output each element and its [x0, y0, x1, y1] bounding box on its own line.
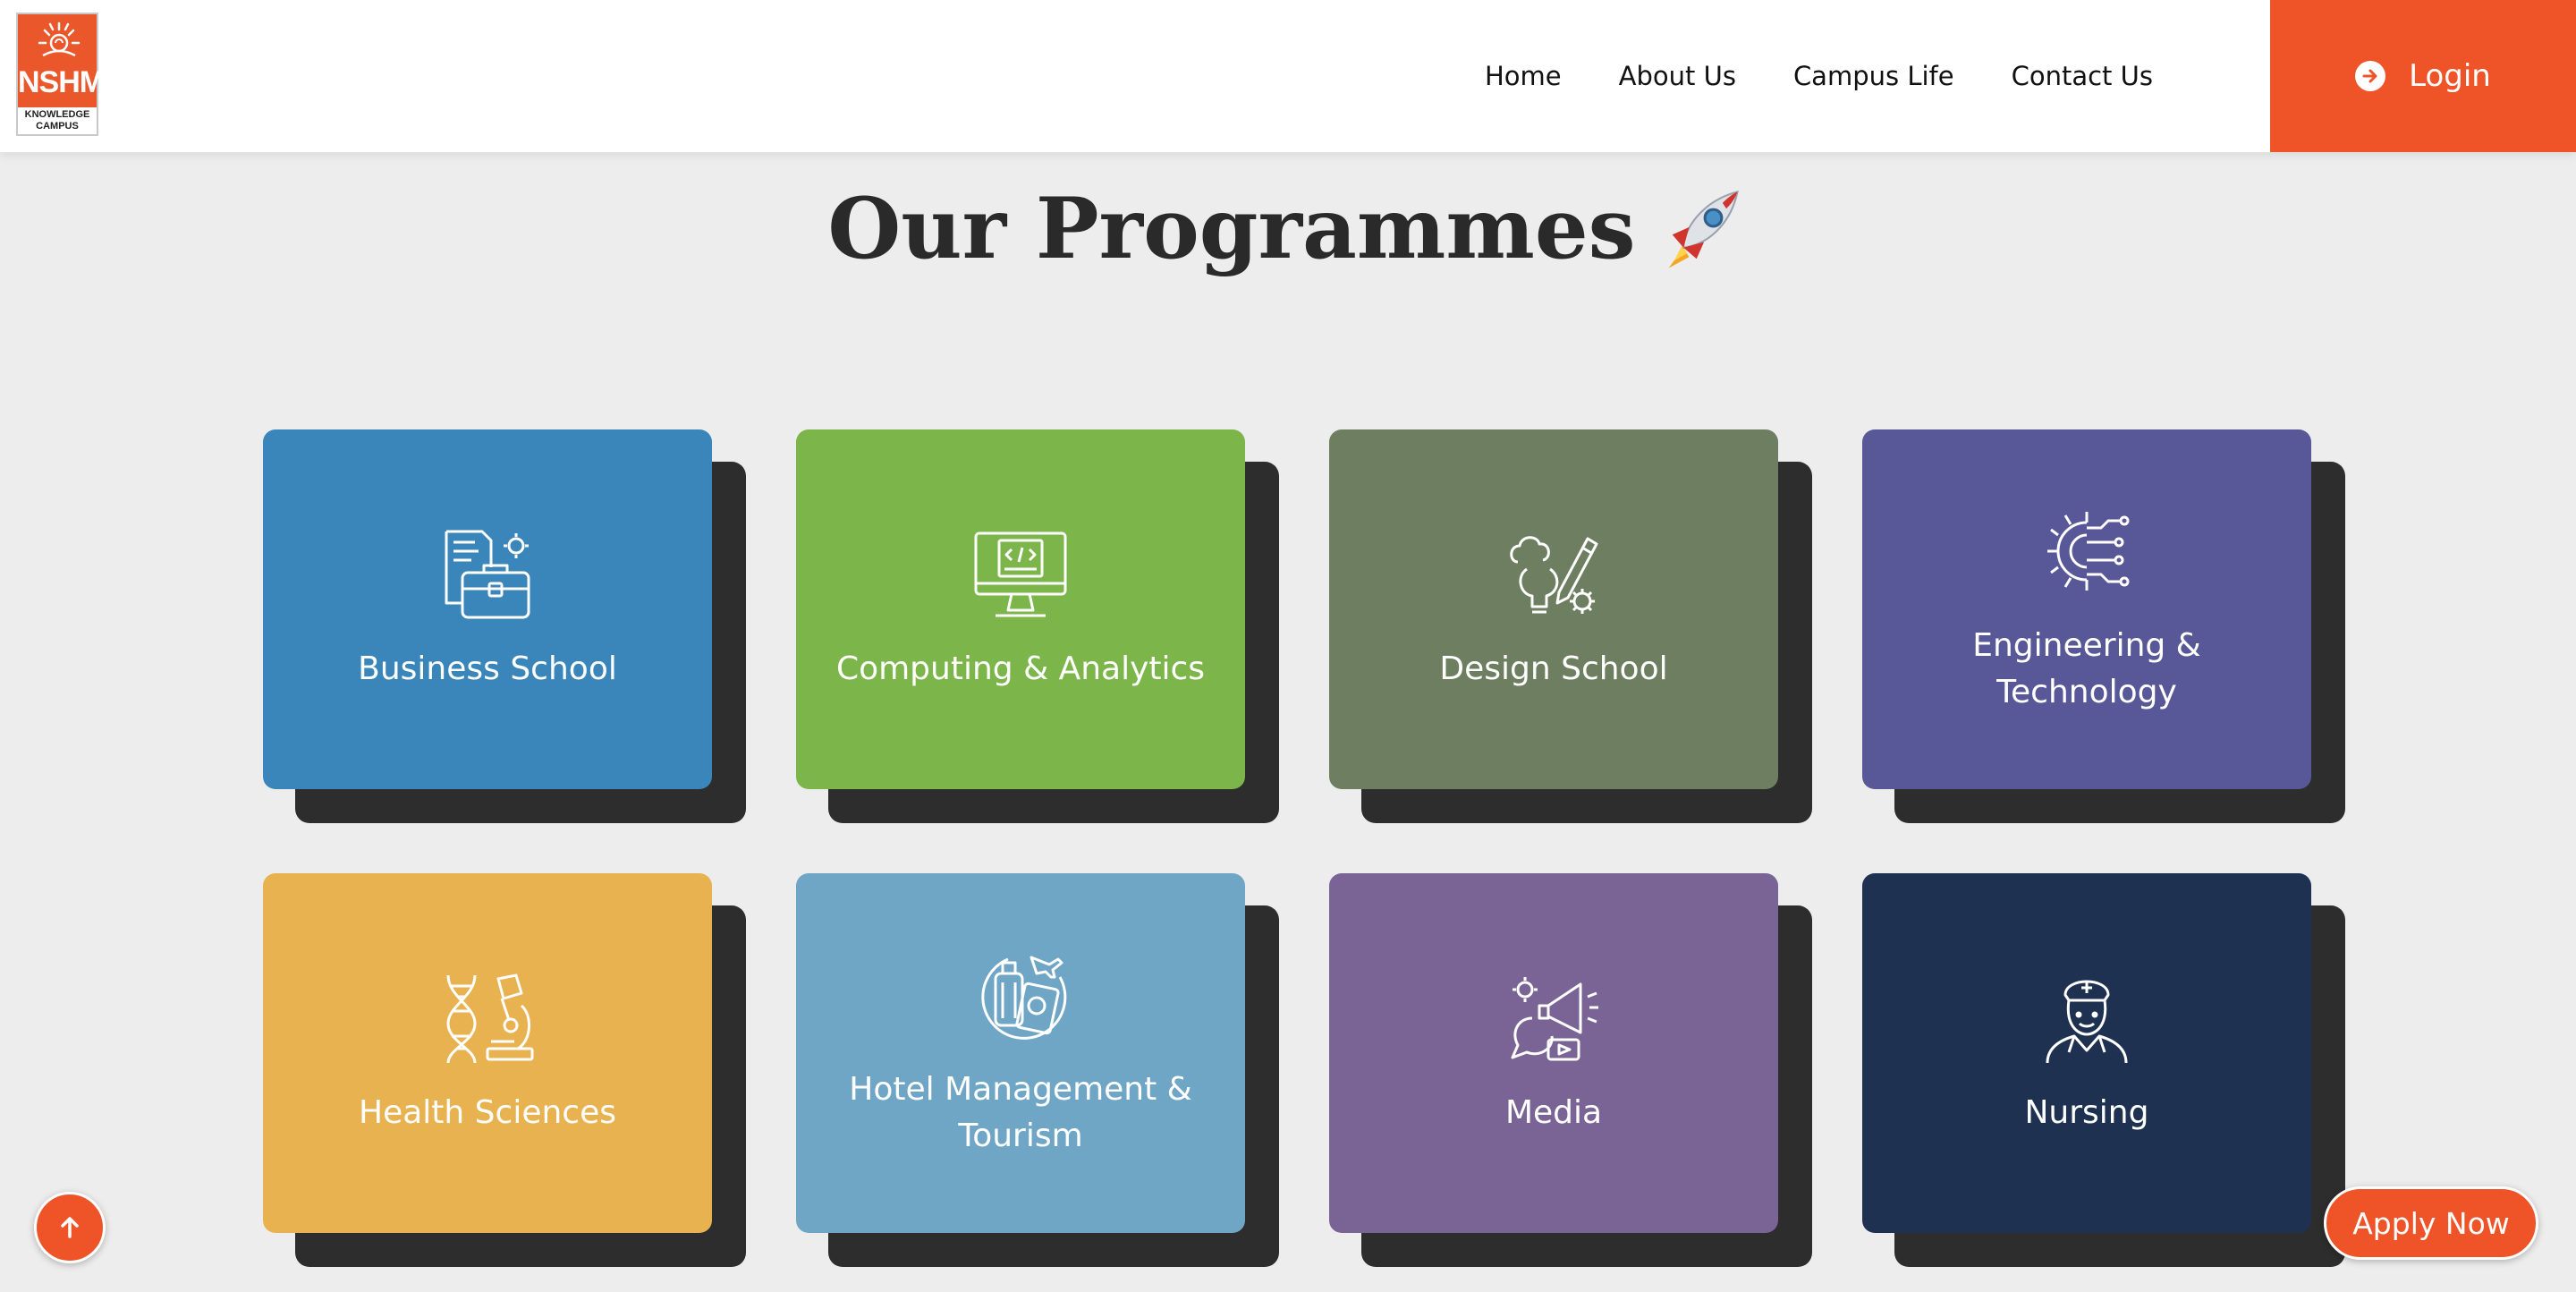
luggage-passport-icon	[981, 956, 1067, 1040]
card-label: Nursing	[2024, 1094, 2149, 1131]
programme-card[interactable]: Media	[1329, 873, 1778, 1233]
section-title-text: Our Programmes	[827, 180, 1636, 278]
programme-card-media[interactable]: Media	[1329, 873, 1812, 1267]
section-title: Our Programmes	[0, 175, 2576, 283]
programme-card[interactable]: Design School	[1329, 429, 1778, 789]
rocket-icon	[1668, 190, 1739, 268]
programme-card[interactable]: Engineering & Technology	[1862, 429, 2311, 789]
nav-campus-life[interactable]: Campus Life	[1793, 61, 1954, 91]
nav-about-us[interactable]: About Us	[1619, 61, 1736, 91]
programme-card-hotel-management-tourism[interactable]: Hotel Management & Tourism	[796, 873, 1279, 1267]
computer-code-icon	[974, 531, 1067, 617]
megaphone-media-icon	[1511, 977, 1598, 1061]
gear-circuit-icon	[2047, 512, 2130, 591]
programme-card-nursing[interactable]: Nursing	[1862, 873, 2345, 1267]
logo-subtext: KNOWLEDGE CAMPUS	[24, 109, 90, 132]
logo-text: NSHM	[18, 65, 105, 99]
programme-card-business-school[interactable]: Business School	[263, 429, 746, 823]
sun-icon	[38, 21, 80, 57]
card-label: Engineering & Technology	[1972, 627, 2201, 710]
card-label: Media	[1504, 1094, 1603, 1131]
card-label: Computing & Analytics	[835, 650, 1206, 687]
nav-contact-us[interactable]: Contact Us	[2012, 61, 2153, 91]
arrow-circle-right-icon	[2355, 61, 2386, 91]
programme-card-engineering-technology[interactable]: Engineering & Technology	[1862, 429, 2345, 823]
card-label: Business School	[358, 650, 617, 687]
nshm-logo[interactable]: NSHM KNOWLEDGE CAMPUS	[16, 13, 105, 136]
programme-card[interactable]: Nursing	[1862, 873, 2311, 1233]
briefcase-document-icon	[445, 530, 530, 619]
card-label: Design School	[1439, 650, 1668, 687]
logo-background: NSHM	[18, 14, 105, 107]
programme-card[interactable]: Computing & Analytics	[796, 429, 1245, 789]
programme-card-design-school[interactable]: Design School	[1329, 429, 1812, 823]
site-header: NSHM KNOWLEDGE CAMPUS Home About Us Camp…	[0, 0, 2576, 152]
programme-card[interactable]: Health Sciences	[263, 873, 712, 1233]
dna-microscope-icon	[446, 973, 534, 1064]
programme-card[interactable]: Business School	[263, 429, 712, 789]
card-label: Hotel Management & Tourism	[849, 1071, 1192, 1154]
programme-card-health-sciences[interactable]: Health Sciences	[263, 873, 746, 1267]
login-label: Login	[2409, 58, 2491, 94]
apply-now-button[interactable]: Apply Now	[2324, 1186, 2538, 1260]
card-label: Health Sciences	[359, 1094, 616, 1131]
programme-card[interactable]: Hotel Management & Tourism	[796, 873, 1245, 1233]
nav-home[interactable]: Home	[1485, 61, 1562, 91]
scroll-to-top-button[interactable]	[34, 1192, 106, 1263]
arrow-up-icon	[61, 1217, 79, 1238]
main-nav: Home About Us Campus Life Contact Us	[1485, 0, 2210, 152]
design-bulb-pencil-icon	[1510, 536, 1598, 614]
nurse-icon	[2046, 980, 2128, 1064]
login-button[interactable]: Login	[2270, 0, 2576, 152]
programme-card-computing-analytics[interactable]: Computing & Analytics	[796, 429, 1279, 823]
